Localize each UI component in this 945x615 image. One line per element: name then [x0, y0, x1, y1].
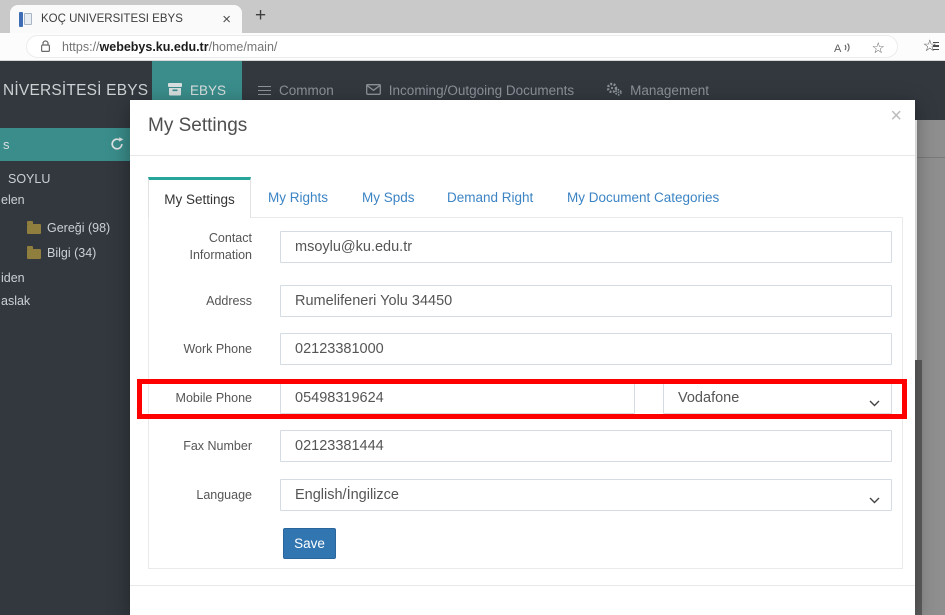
lock-icon[interactable] [40, 40, 51, 53]
modal-title: My Settings [148, 115, 248, 136]
refresh-icon[interactable] [109, 136, 125, 155]
ebys-favicon [19, 11, 34, 27]
mobile-operator-value: Vodafone [678, 390, 740, 406]
sidebar-item-draft[interactable]: aslak [1, 294, 30, 308]
mobile-phone-label: Mobile Phone [175, 390, 252, 405]
app-brand: NİVERSİTESİ EBYS [3, 81, 149, 99]
sidebar-item-geregi[interactable]: Gereği (98) [27, 220, 110, 235]
language-label: Language [196, 487, 252, 502]
new-tab-button[interactable]: + [255, 3, 266, 29]
sidebar-header[interactable]: s [0, 128, 130, 161]
contact-information-input[interactable] [280, 231, 892, 263]
browser-window: KOÇ ÜNİVERSİTESİ EBYS × + https://webeby… [0, 0, 945, 615]
browser-toolbar: https://webebys.ku.edu.tr/home/main/ A ☆… [0, 33, 945, 61]
sidebar-item-bilgi[interactable]: Bilgi (34) [27, 245, 96, 260]
language-value: English/İngilizce [295, 487, 399, 503]
work-phone-label: Work Phone [183, 341, 252, 356]
folder-icon [27, 245, 41, 259]
address-bar[interactable]: https://webebys.ku.edu.tr/home/main/ A ☆ [26, 35, 898, 58]
work-phone-input[interactable] [280, 333, 892, 365]
sidebar-header-label: s [3, 137, 10, 152]
nav-item-label: Common [279, 83, 334, 98]
browser-tab-strip: KOÇ ÜNİVERSİTESİ EBYS × + [0, 0, 945, 33]
gears-icon [606, 82, 622, 99]
nav-item-label: Incoming/Outgoing Documents [388, 83, 575, 98]
mobile-operator-select[interactable]: Vodafone [663, 382, 892, 414]
favorites-hub-icon[interactable]: ☆ [923, 36, 939, 56]
nav-item-label: EBYS [190, 83, 227, 98]
mail-icon [365, 83, 381, 98]
contact-information-label: Contact Information [189, 231, 252, 262]
tab-close-icon[interactable]: × [220, 12, 233, 27]
sidebar-item-inbox[interactable]: elen [1, 193, 25, 207]
page-overlay [915, 120, 945, 615]
language-row: Language English/İngilizce [152, 479, 892, 511]
archive-icon [168, 82, 182, 99]
chevron-down-icon [869, 395, 880, 411]
address-row: Address [152, 285, 892, 317]
tab-my-rights[interactable]: My Rights [268, 177, 328, 217]
modal-tabs: My Settings My Rights My Spds Demand Rig… [148, 177, 897, 218]
page-scrollbar[interactable] [915, 360, 922, 615]
browser-tab-title: KOÇ ÜNİVERSİTESİ EBYS [41, 13, 183, 25]
fax-number-input[interactable] [280, 430, 892, 462]
address-input[interactable] [280, 285, 892, 317]
fax-number-label: Fax Number [183, 438, 252, 453]
nav-item-label: Management [630, 83, 709, 98]
read-aloud-icon[interactable]: A [834, 36, 851, 59]
tab-my-settings[interactable]: My Settings [148, 177, 251, 218]
tab-my-spds[interactable]: My Spds [362, 177, 415, 217]
browser-tab[interactable]: KOÇ ÜNİVERSİTESİ EBYS × [10, 5, 242, 33]
chevron-down-icon [869, 492, 880, 508]
my-settings-modal: My Settings × My Settings My Rights My S… [130, 100, 915, 615]
mobile-phone-row: Mobile Phone Vodafone [152, 382, 892, 414]
divider [130, 155, 915, 156]
contact-information-row: Contact Information [152, 231, 892, 263]
modal-close-icon[interactable]: × [890, 106, 902, 126]
modal-footer-divider [130, 585, 915, 586]
sidebar-item-sent[interactable]: iden [1, 271, 25, 285]
folder-icon [27, 220, 41, 234]
language-select[interactable]: English/İngilizce [280, 479, 892, 511]
url-text: https://webebys.ku.edu.tr/home/main/ [62, 39, 278, 54]
tab-my-document-categories[interactable]: My Document Categories [567, 177, 719, 217]
mobile-phone-input[interactable] [280, 382, 635, 414]
folders-sidebar: s SOYLU elen Gereği (98) Bilgi (34) iden… [0, 120, 130, 615]
address-label: Address [206, 293, 252, 308]
tab-demand-right[interactable]: Demand Right [447, 177, 533, 217]
fax-number-row: Fax Number [152, 430, 892, 462]
favorites-star-icon[interactable]: ☆ [872, 36, 885, 59]
work-phone-row: Work Phone [152, 333, 892, 365]
sidebar-item-user[interactable]: SOYLU [8, 172, 50, 186]
svg-text:A: A [834, 43, 842, 55]
menu-icon [258, 85, 272, 88]
